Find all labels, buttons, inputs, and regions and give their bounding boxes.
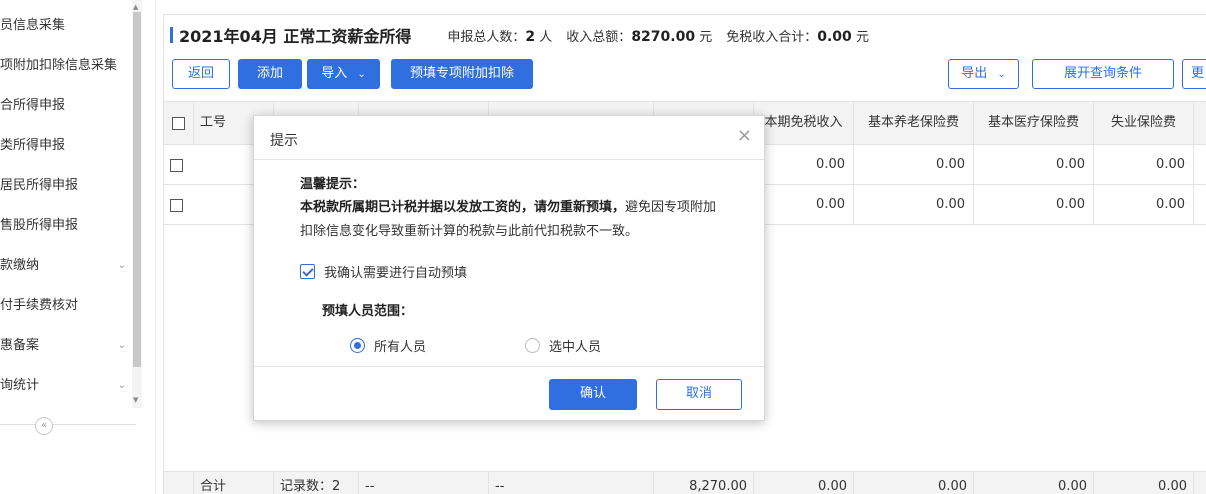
select-all-checkbox[interactable] <box>172 117 185 130</box>
sidebar-item-nonresident-income[interactable]: 居民所得申报 <box>0 166 132 206</box>
page-header: 2021年04月 正常工资薪金所得 申报总人数：2 人 收入总额：8270.00… <box>170 25 883 46</box>
sidebar-item-personnel-info[interactable]: 员信息采集 <box>0 6 132 46</box>
footer-income: 8,270.00 <box>654 472 754 494</box>
footer-record-count: 记录数：2 <box>274 472 359 494</box>
tax-free-stat: 免税收入合计：0.00 元 <box>726 28 869 45</box>
sidebar-scrollbar[interactable]: ▲ ▼ <box>132 0 142 408</box>
radio-all-personnel[interactable]: 所有人员 <box>350 336 426 355</box>
back-button[interactable]: 返回 <box>172 59 230 89</box>
radio-selected-personnel-label: 选中人员 <box>549 340 602 355</box>
radio-selected-personnel[interactable]: 选中人员 <box>525 336 601 355</box>
sidebar-item-preferential-filing[interactable]: 惠备案 ⌄ <box>0 326 132 366</box>
cell-medical: 0.00 <box>974 185 1094 224</box>
footer-total-label: 合计 <box>194 472 274 494</box>
dialog-footer-divider <box>254 366 764 367</box>
cell-unemployment: 0.00 <box>1094 185 1194 224</box>
chevron-down-icon: ⌄ <box>357 69 366 80</box>
expand-query-button[interactable]: 展开查询条件 <box>1032 59 1174 89</box>
more-button[interactable]: 更 <box>1182 59 1206 89</box>
sidebar-item-comprehensive-income[interactable]: 合所得申报 <box>0 86 132 126</box>
export-label: 导出 <box>961 66 988 81</box>
import-label: 导入 <box>321 66 348 81</box>
header-cell-select <box>164 102 194 144</box>
scroll-down-icon[interactable]: ▼ <box>133 396 138 404</box>
sidebar-item-fee-check[interactable]: 付手续费核对 <box>0 286 132 326</box>
sidebar-item-restricted-shares[interactable]: 售股所得申报 <box>0 206 132 246</box>
warning-bold-text: 本税款所属期已计税并据以发放工资的，请勿重新预填， <box>300 200 626 215</box>
row-checkbox[interactable] <box>170 159 183 172</box>
title-accent-bar <box>170 27 173 43</box>
radio-all-personnel-label: 所有人员 <box>374 340 427 355</box>
confirm-auto-prefill-label: 我确认需要进行自动预填 <box>324 266 468 281</box>
header-cell-tax-free[interactable]: 本期免税收入 <box>754 102 854 144</box>
prefill-range-label: 预填人员范围： <box>322 304 414 319</box>
warning-title: 温馨提示： <box>300 177 366 192</box>
row-checkbox[interactable] <box>170 199 183 212</box>
sidebar-item-label: 居民所得申报 <box>0 178 79 193</box>
sidebar-item-special-deduction[interactable]: 项附加扣除信息采集 <box>0 46 132 86</box>
sidebar-item-label: 类所得申报 <box>0 138 66 153</box>
footer-dash: -- <box>359 472 489 494</box>
cell-pension: 0.00 <box>854 185 974 224</box>
header-cell-medical[interactable]: 基本医疗保险费 <box>974 102 1094 144</box>
radio-unselected-icon[interactable] <box>525 338 540 353</box>
footer-unemployment: 0.00 <box>1094 472 1194 494</box>
close-icon[interactable]: × <box>737 126 752 146</box>
header-cell-unemployment[interactable]: 失业保险费 <box>1094 102 1194 144</box>
add-button[interactable]: 添加 <box>238 59 302 89</box>
chevron-down-icon: ⌄ <box>117 380 126 391</box>
warning-text: 本税款所属期已计税并据以发放工资的，请勿重新预填，避免因专项附加扣除信息变化导致… <box>300 196 720 244</box>
dialog-title: 提示 <box>270 133 298 149</box>
footer-tax-free: 0.00 <box>754 472 854 494</box>
import-dropdown-button[interactable]: 导入 ⌄ <box>307 59 380 89</box>
cell-pension: 0.00 <box>854 145 974 184</box>
sidebar-item-tax-payment[interactable]: 款缴纳 ⌄ <box>0 246 132 286</box>
footer-dash: -- <box>489 472 654 494</box>
collapse-sidebar-icon[interactable]: « <box>35 417 53 435</box>
confirm-button[interactable]: 确认 <box>549 379 637 410</box>
chevron-down-icon: ⌄ <box>997 69 1006 80</box>
cell-tax-free: 0.00 <box>754 145 854 184</box>
chevron-down-icon: ⌄ <box>117 340 126 351</box>
sidebar-item-query-stats[interactable]: 询统计 ⌄ <box>0 366 132 406</box>
dialog-header: 提示 × <box>254 116 764 160</box>
sidebar-item-label: 员信息采集 <box>0 18 66 33</box>
sidebar-item-label: 款缴纳 <box>0 258 40 273</box>
sidebar-divider <box>0 424 136 425</box>
divider <box>155 0 156 494</box>
sidebar: 员信息采集 项附加扣除信息采集 合所得申报 类所得申报 居民所得申报 售股所得申… <box>0 0 145 494</box>
header-cell-pension[interactable]: 基本养老保险费 <box>854 102 974 144</box>
sidebar-item-label: 售股所得申报 <box>0 218 79 233</box>
sidebar-item-label: 付手续费核对 <box>0 298 79 313</box>
page-title: 2021年04月 正常工资薪金所得 <box>179 27 412 46</box>
cell-tax-free: 0.00 <box>754 185 854 224</box>
total-people-stat: 申报总人数：2 人 <box>447 28 553 45</box>
table-footer-totals: 合计 记录数：2 -- -- 8,270.00 0.00 0.00 0.00 0… <box>164 471 1206 494</box>
cancel-button[interactable]: 取消 <box>656 379 742 410</box>
sidebar-item-classified-income[interactable]: 类所得申报 <box>0 126 132 166</box>
sidebar-item-label: 惠备案 <box>0 338 40 353</box>
prefill-special-deduction-button[interactable]: 预填专项附加扣除 <box>391 59 533 89</box>
radio-selected-icon[interactable] <box>350 338 365 353</box>
scrollbar-thumb[interactable] <box>133 12 141 367</box>
footer-pension: 0.00 <box>854 472 974 494</box>
sidebar-item-label: 询统计 <box>0 378 40 393</box>
sidebar-item-label: 合所得申报 <box>0 98 66 113</box>
checkbox-checked-icon[interactable] <box>300 264 315 279</box>
sidebar-item-label: 项附加扣除信息采集 <box>0 58 118 73</box>
scroll-up-icon[interactable]: ▲ <box>133 3 138 11</box>
chevron-down-icon: ⌄ <box>117 260 126 271</box>
footer-medical: 0.00 <box>974 472 1094 494</box>
footer-cell-select <box>164 472 194 494</box>
cell-unemployment: 0.00 <box>1094 145 1194 184</box>
confirm-auto-prefill-checkbox[interactable]: 我确认需要进行自动预填 <box>300 262 467 281</box>
cell-medical: 0.00 <box>974 145 1094 184</box>
export-dropdown-button[interactable]: 导出 ⌄ <box>948 59 1019 89</box>
total-income-stat: 收入总额：8270.00 元 <box>566 28 713 45</box>
prefill-confirm-dialog: 提示 × 温馨提示： 本税款所属期已计税并据以发放工资的，请勿重新预填，避免因专… <box>253 115 765 421</box>
